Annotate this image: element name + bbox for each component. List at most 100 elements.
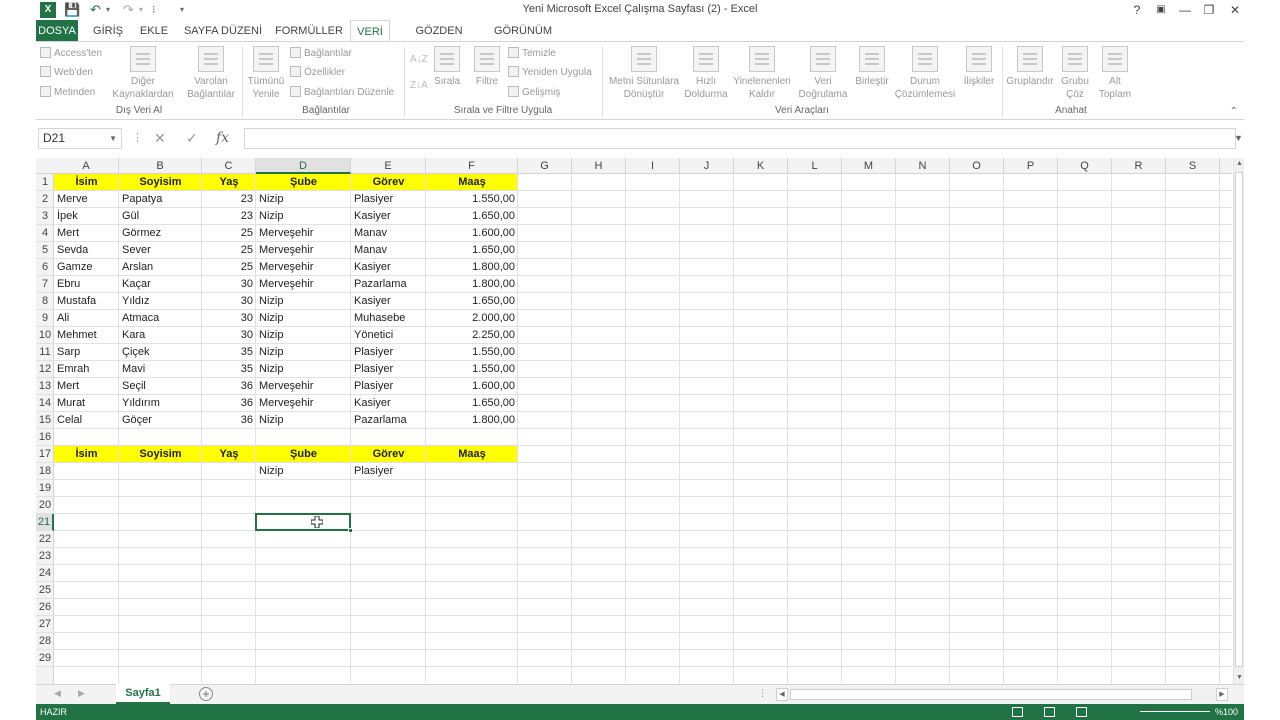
table-header-cell[interactable]: İsim — [54, 174, 119, 191]
refresh-all-button[interactable]: Tümünü Yenile — [244, 46, 288, 101]
row-header-1[interactable]: 1 — [36, 174, 54, 191]
page-layout-view-icon[interactable] — [1044, 707, 1055, 717]
table-cell[interactable]: 1.650,00 — [426, 208, 518, 225]
row-header-13[interactable]: 13 — [36, 378, 54, 395]
row-header-11[interactable]: 11 — [36, 344, 54, 361]
table-cell[interactable]: Yönetici — [351, 327, 426, 344]
row-header-9[interactable]: 9 — [36, 310, 54, 327]
group-button[interactable]: Gruplandır — [1004, 46, 1056, 88]
table-cell[interactable]: 30 — [202, 310, 256, 327]
table-cell[interactable]: Kasiyer — [351, 395, 426, 412]
redo-icon[interactable]: ↷ — [123, 2, 134, 18]
sort-az-button[interactable]: A↓Z — [410, 52, 428, 68]
table-cell[interactable]: 25 — [202, 225, 256, 242]
minimize-button[interactable]: — — [1174, 1, 1196, 19]
table-cell[interactable]: Mert — [54, 225, 119, 242]
row-header-20[interactable]: 20 — [36, 497, 54, 514]
normal-view-icon[interactable] — [1012, 707, 1023, 717]
help-button[interactable]: ? — [1126, 1, 1148, 19]
tab-split-handle-icon[interactable]: ⋮ — [758, 688, 767, 699]
formula-input[interactable] — [244, 128, 1236, 149]
row-header-10[interactable]: 10 — [36, 327, 54, 344]
row-header-27[interactable]: 27 — [36, 616, 54, 633]
row-header-14[interactable]: 14 — [36, 395, 54, 412]
what-if-analysis-button[interactable]: Durum Çözümlemesi — [892, 46, 958, 101]
undo-icon[interactable]: ↶ — [90, 2, 101, 18]
close-button[interactable]: ✕ — [1224, 1, 1246, 19]
table-cell[interactable]: 30 — [202, 327, 256, 344]
table-cell[interactable]: 1.650,00 — [426, 242, 518, 259]
table-cell[interactable]: 1.600,00 — [426, 225, 518, 242]
tab-page-layout[interactable]: SAYFA DÜZENİ — [182, 20, 264, 42]
table-header-cell[interactable]: Görev — [351, 174, 426, 191]
horizontal-scroll-thumb[interactable] — [790, 689, 1192, 700]
column-header-d[interactable]: D — [256, 158, 351, 174]
table-cell[interactable]: Nizip — [256, 191, 351, 208]
scroll-down-icon[interactable]: ▼ — [1234, 672, 1245, 684]
criteria-header-cell[interactable]: Görev — [351, 446, 426, 463]
flash-fill-button[interactable]: Hızlı Doldurma — [680, 46, 732, 101]
table-cell[interactable]: 35 — [202, 361, 256, 378]
table-cell[interactable]: Gamze — [54, 259, 119, 276]
chevron-down-icon[interactable]: ▼ — [109, 129, 117, 148]
table-cell[interactable]: Plasiyer — [351, 344, 426, 361]
row-header-8[interactable]: 8 — [36, 293, 54, 310]
column-header-p[interactable]: P — [1004, 158, 1058, 174]
row-header-7[interactable]: 7 — [36, 276, 54, 293]
criteria-header-cell[interactable]: Soyisim — [119, 446, 202, 463]
table-header-cell[interactable]: Yaş — [202, 174, 256, 191]
table-cell[interactable]: Sarp — [54, 344, 119, 361]
table-cell[interactable]: Manav — [351, 242, 426, 259]
table-cell[interactable]: 36 — [202, 378, 256, 395]
row-header-3[interactable]: 3 — [36, 208, 54, 225]
row-header-18[interactable]: 18 — [36, 463, 54, 480]
table-cell[interactable]: 36 — [202, 395, 256, 412]
row-header-6[interactable]: 6 — [36, 259, 54, 276]
table-cell[interactable]: İpek — [54, 208, 119, 225]
table-cell[interactable]: Nizip — [256, 412, 351, 429]
table-cell[interactable]: Pazarlama — [351, 412, 426, 429]
table-cell[interactable]: Mehmet — [54, 327, 119, 344]
tab-insert[interactable]: EKLE — [136, 20, 172, 42]
table-cell[interactable]: Nizip — [256, 327, 351, 344]
table-cell[interactable]: Mavi — [119, 361, 202, 378]
criteria-cell[interactable]: Plasiyer — [351, 463, 426, 480]
table-cell[interactable]: 1.800,00 — [426, 259, 518, 276]
zoom-slider[interactable] — [1140, 711, 1210, 712]
confirm-entry-icon[interactable]: ✓ — [186, 128, 198, 149]
table-cell[interactable]: Sever — [119, 242, 202, 259]
tab-formulas[interactable]: FORMÜLLER — [274, 20, 344, 42]
restore-button[interactable]: ❐ — [1198, 1, 1220, 19]
from-web-button[interactable]: Web'den — [40, 65, 93, 81]
row-header-17[interactable]: 17 — [36, 446, 54, 463]
table-cell[interactable]: 1.650,00 — [426, 395, 518, 412]
criteria-header-cell[interactable]: Maaş — [426, 446, 518, 463]
table-cell[interactable]: Muhasebe — [351, 310, 426, 327]
criteria-header-cell[interactable]: Şube — [256, 446, 351, 463]
subtotal-button[interactable]: Alt Toplam — [1094, 46, 1136, 101]
column-header-n[interactable]: N — [896, 158, 950, 174]
criteria-cell[interactable]: Nizip — [256, 463, 351, 480]
customize-qat-icon[interactable]: ▾ — [180, 2, 184, 18]
row-header-4[interactable]: 4 — [36, 225, 54, 242]
table-cell[interactable]: Plasiyer — [351, 191, 426, 208]
column-header-q[interactable]: Q — [1058, 158, 1112, 174]
horizontal-scrollbar[interactable]: ◀ ▶ — [776, 688, 1228, 701]
table-cell[interactable]: Görmez — [119, 225, 202, 242]
scroll-left-icon[interactable]: ◀ — [776, 688, 788, 701]
sort-za-icon[interactable]: Z↓A — [410, 78, 428, 94]
table-cell[interactable]: 35 — [202, 344, 256, 361]
collapse-ribbon-icon[interactable]: ⌃ — [1230, 106, 1238, 117]
column-header-b[interactable]: B — [119, 158, 202, 174]
table-cell[interactable]: 1.550,00 — [426, 344, 518, 361]
table-cell[interactable]: 36 — [202, 412, 256, 429]
table-cell[interactable]: Kara — [119, 327, 202, 344]
table-cell[interactable]: Yıldırım — [119, 395, 202, 412]
text-cursor-icon[interactable]: ⁝ — [152, 2, 156, 18]
table-cell[interactable]: Merve — [54, 191, 119, 208]
page-break-view-icon[interactable] — [1076, 707, 1087, 717]
column-header-a[interactable]: A — [54, 158, 119, 174]
column-header-g[interactable]: G — [518, 158, 572, 174]
other-sources-button[interactable]: Diğer Kaynaklardan — [106, 46, 180, 101]
table-cell[interactable]: Kaçar — [119, 276, 202, 293]
